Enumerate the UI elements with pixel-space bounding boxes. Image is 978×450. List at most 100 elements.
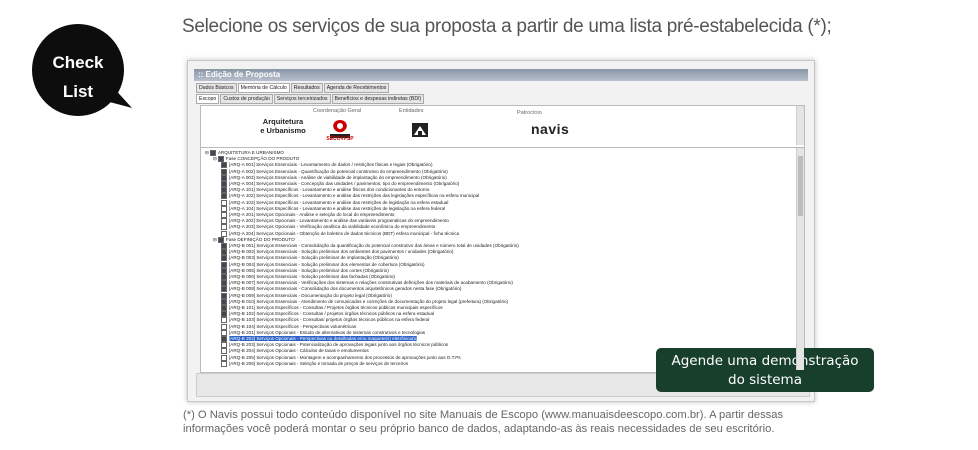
tree-scrollbar-thumb[interactable] — [798, 156, 803, 216]
tree-checkbox[interactable] — [221, 274, 227, 280]
tree-item[interactable]: [ARQ-B 010] Serviços Essenciais - Atendi… — [221, 298, 509, 305]
tree-item-label: [ARQ-B 203] Serviços Opcionais - Potenci… — [229, 342, 449, 348]
tree-item-label: [ARQ-B 101] Serviços Específicos - Consu… — [229, 305, 443, 311]
tree-checkbox[interactable] — [221, 255, 227, 262]
tree-checkbox[interactable] — [221, 311, 227, 318]
tree-checkbox[interactable] — [217, 236, 224, 243]
tree-item[interactable]: [ARQ-B 002] Serviços Essenciais - Soluçã… — [221, 249, 453, 256]
tree-checkbox[interactable] — [221, 199, 227, 206]
tree-item[interactable]: [ARQ-B 009] Serviços Essenciais - Docume… — [221, 292, 392, 299]
check-list-badge: Check List — [28, 22, 132, 118]
tree-item[interactable]: [ARQ-B 103] Serviços Específicos - Consu… — [221, 317, 430, 324]
tree-item[interactable]: [ARQ-B 203] Serviços Opcionais - Potenci… — [221, 342, 449, 349]
tree-item[interactable]: [ARQ-B 102] Serviços Específicos - Consu… — [221, 311, 435, 318]
tab-benef-cios-e-despesas-indiretas-bdi[interactable]: Benefícios e despesas indiretas (BDI) — [331, 94, 425, 104]
tree-item[interactable]: [ARQ-A 103] Serviços Específicos - Levan… — [221, 199, 448, 206]
entidades-label: Entidades — [399, 108, 424, 114]
tab-mem-ria-de-c-lculo[interactable]: Memória de Cálculo — [237, 83, 290, 93]
tab-dados-b-sicos[interactable]: Dados Básicos — [196, 83, 237, 93]
schedule-demo-button[interactable]: Agende uma demonstração do sistema — [656, 348, 874, 392]
tree-item[interactable]: [ARQ-B 206] Serviços Opcionais - Seleção… — [221, 360, 408, 367]
tree-scrollbar[interactable] — [796, 148, 804, 370]
tree-checkbox[interactable] — [221, 298, 227, 305]
collapse-icon[interactable]: ⊟ — [213, 156, 217, 161]
tree-checkbox[interactable] — [221, 243, 227, 249]
tree-checkbox[interactable] — [221, 292, 227, 299]
tree-item-label: [ARQ-B 003] Serviços Essenciais - Soluçã… — [229, 255, 399, 261]
tree-item[interactable]: [ARQ-B 008] Serviços Essenciais - Consol… — [221, 286, 461, 293]
tree-item-label: [ARQ-B 010] Serviços Essenciais - Atendi… — [229, 299, 509, 305]
tab-custos-de-produ-o[interactable]: Custos de produção — [220, 94, 273, 104]
tree-item[interactable]: [ARQ-B 202] Serviços Opcionais - Perspec… — [221, 336, 418, 342]
tree-item[interactable]: [ARQ-A 002] Serviços Essenciais - Quanti… — [221, 168, 448, 175]
tree-checkbox[interactable] — [221, 162, 227, 169]
tree-item-label: [ARQ-B 103] Serviços Específicos - Consu… — [229, 317, 430, 323]
tree-checkbox[interactable] — [221, 212, 227, 218]
tree-checkbox[interactable] — [221, 348, 227, 355]
tree-checkbox[interactable] — [221, 342, 227, 349]
tree-checkbox[interactable] — [221, 168, 227, 175]
sponsor-header: Arquitetura e Urbanismo Coordenação Gera… — [200, 105, 805, 148]
tree-item-label: [ARQ-B 102] Serviços Específicos - Consu… — [229, 311, 435, 317]
tree-checkbox[interactable] — [221, 230, 227, 237]
tree-item[interactable]: [ARQ-B 005] Serviços Essenciais - Soluçã… — [221, 267, 389, 274]
tree-item[interactable]: [ARQ-B 101] Serviços Específicos - Consu… — [221, 305, 443, 311]
tree-checkbox[interactable] — [221, 286, 227, 293]
tree-item-label: [ARQ-A 001] Serviços Essenciais - Levant… — [229, 162, 433, 168]
tree-item[interactable]: [ARQ-A 104] Serviços Específicos - Levan… — [221, 205, 445, 212]
tree-item[interactable]: [ARQ-A 202] Serviços Opcionais - Levanta… — [221, 218, 449, 225]
tree-checkbox[interactable] — [221, 181, 227, 187]
tree-checkbox[interactable] — [221, 249, 227, 256]
footnote-line2: informações você poderá montar o seu pró… — [183, 423, 775, 435]
tree-item[interactable]: [ARQ-B 007] Serviços Essenciais - Verifi… — [221, 280, 513, 287]
tree-checkbox[interactable] — [221, 224, 227, 231]
tree-item[interactable]: ⊟ Fase CONCEPÇÃO DO PRODUTO — [213, 156, 299, 163]
area-title: Arquitetura e Urbanismo — [243, 117, 323, 135]
tree-checkbox[interactable] — [221, 174, 227, 181]
tree-item[interactable]: [ARQ-B 205] Serviços Opcionais - Montage… — [221, 354, 461, 361]
tree-item[interactable]: [ARQ-B 204] Serviços Opcionais - Cálculo… — [221, 348, 369, 355]
tree-checkbox[interactable] — [221, 317, 227, 324]
tree-item-label: [ARQ-B 205] Serviços Opcionais - Montage… — [229, 354, 461, 360]
tree-item[interactable]: [ARQ-B 001] Serviços Essenciais - Consol… — [221, 243, 519, 249]
tree-item[interactable]: ⊟ Fase DEFINIÇÃO DO PRODUTO — [213, 236, 295, 243]
tree-checkbox[interactable] — [221, 187, 227, 194]
header-scrollbar[interactable] — [796, 106, 804, 145]
tree-checkbox[interactable] — [221, 354, 227, 361]
tree-checkbox[interactable] — [221, 267, 227, 274]
tree-item[interactable]: [ARQ-A 004] Serviços Essenciais - Concep… — [221, 181, 459, 187]
collapse-icon[interactable]: ⊟ — [213, 237, 217, 242]
tree-checkbox[interactable] — [217, 156, 224, 163]
tree-checkbox[interactable] — [221, 193, 227, 200]
tree-checkbox[interactable] — [221, 323, 227, 330]
tree-item[interactable]: [ARQ-B 201] Serviços Opcionais - Estudo … — [221, 329, 425, 336]
tab-agenda-de-recebimentos[interactable]: Agenda de Recebimentos — [323, 83, 390, 93]
tree-checkbox[interactable] — [221, 360, 227, 367]
tree-item[interactable]: [ARQ-A 001] Serviços Essenciais - Levant… — [221, 162, 433, 169]
tree-checkbox[interactable] — [221, 336, 227, 342]
tree-item[interactable]: [ARQ-A 201] Serviços Opcionais - Análise… — [221, 212, 394, 218]
tree-item[interactable]: [ARQ-B 003] Serviços Essenciais - Soluçã… — [221, 255, 399, 262]
tab-servi-os-terceirizados[interactable]: Serviços terceirizados — [273, 94, 331, 104]
tree-item[interactable]: [ARQ-A 102] Serviços Específicos - Levan… — [221, 193, 479, 200]
tree-item[interactable]: [ARQ-A 003] Serviços Essenciais - Anális… — [221, 174, 447, 181]
tree-item[interactable]: [ARQ-B 006] Serviços Essenciais - Soluçã… — [221, 274, 395, 280]
tree-item[interactable]: [ARQ-B 104] Serviços Específicos - Persp… — [221, 323, 356, 330]
tree-checkbox[interactable] — [221, 261, 227, 268]
tree-item-label: [ARQ-B 005] Serviços Essenciais - Soluçã… — [229, 268, 389, 274]
window-title: :: Edição de Proposta — [194, 69, 808, 81]
tab-row-primary: Dados Básicos Memória de Cálculo Resultado… — [196, 83, 390, 93]
collapse-icon[interactable]: ⊟ — [205, 150, 209, 155]
tab-escopo[interactable]: Escopo — [196, 94, 220, 104]
tree-checkbox[interactable] — [221, 329, 227, 336]
tree-checkbox[interactable] — [221, 205, 227, 212]
tree-checkbox[interactable] — [221, 280, 227, 287]
footnote: (*) O Navis possui todo conteúdo disponí… — [183, 408, 783, 436]
tree-checkbox[interactable] — [221, 305, 227, 311]
tree-item[interactable]: [ARQ-B 004] Serviços Essenciais - Soluçã… — [221, 261, 425, 268]
tab-resultados[interactable]: Resultados — [290, 83, 323, 93]
tree-item[interactable]: [ARQ-A 203] Serviços Opcionais - Verific… — [221, 224, 435, 231]
tree-item[interactable]: [ARQ-A 101] Serviços Específicos - Levan… — [221, 187, 429, 194]
tree-item[interactable]: [ARQ-A 204] Serviços Opcionais - Obtençã… — [221, 230, 459, 237]
tree-checkbox[interactable] — [221, 218, 227, 225]
